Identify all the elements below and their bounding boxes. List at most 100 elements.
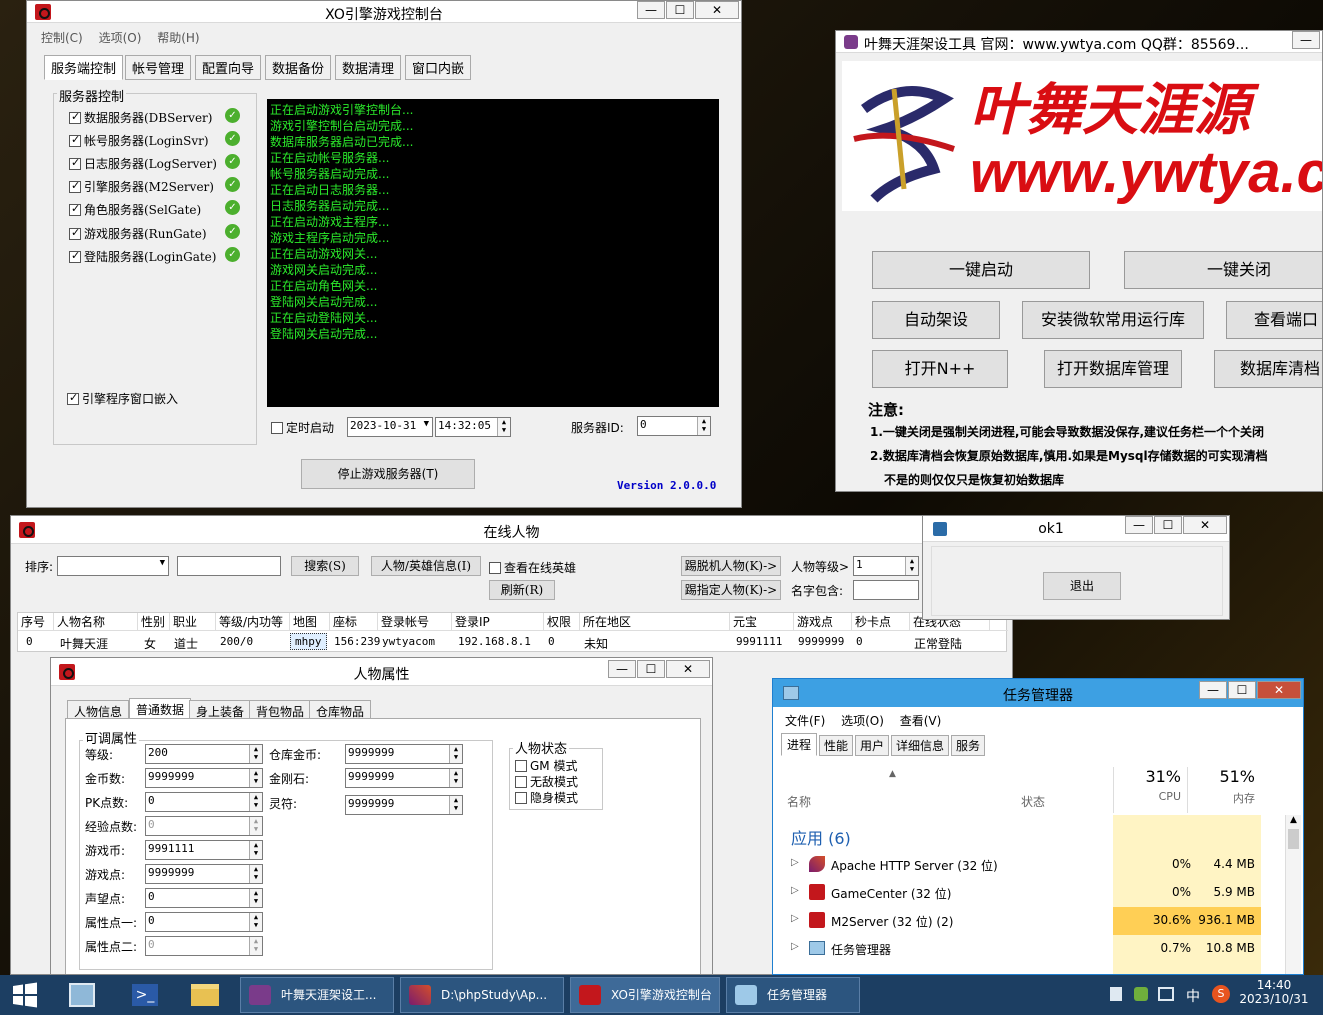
scroll-thumb[interactable] [1288,829,1299,849]
menu-options[interactable]: 选项(O) [841,714,884,728]
attr-input[interactable]: 9999999 ▲ ▼ [145,768,263,788]
col-level[interactable]: 等级/内功等 [216,613,290,631]
col-permission[interactable]: 权限 [544,613,580,631]
minimize-button[interactable]: — [1125,516,1153,534]
spin-arrows-icon[interactable]: ▲ ▼ [697,417,710,435]
refresh-button[interactable]: 刷新(R) [489,580,555,600]
server-checkbox[interactable] [69,179,81,193]
close-button[interactable]: ✕ [1183,516,1227,534]
sort-select[interactable]: ▼ [57,556,169,576]
install-runtime-button[interactable]: 安装微软常用运行库 [1022,301,1204,339]
expand-chevron-icon[interactable]: ▷ [791,885,799,896]
col-name[interactable]: 名称 [787,793,811,810]
timer-checkbox[interactable] [271,422,283,434]
process-row[interactable]: ▷ Apache HTTP Server (32 位) 0% 4.4 MB [773,851,1303,879]
server-row[interactable]: 登陆服务器(LoginGate) [69,248,216,265]
server-manager-icon[interactable] [66,980,96,1010]
col-second-points[interactable]: 秒卡点 [852,613,910,631]
tab-details[interactable]: 详细信息 [891,735,950,756]
col-yuanbao[interactable]: 元宝 [730,613,794,631]
attr-input[interactable]: 0 ▲ ▼ [145,792,263,812]
search-input[interactable] [177,556,281,576]
view-ports-button[interactable]: 查看端口 [1226,301,1322,339]
spin-arrows-icon[interactable]: ▲ ▼ [249,745,262,763]
file-explorer-icon[interactable] [190,980,220,1010]
tm-titlebar[interactable]: 任务管理器 — ☐ ✕ [773,679,1303,707]
col-ip[interactable]: 登录IP [452,613,544,631]
ime-indicator[interactable]: 中 [1186,986,1200,1006]
server-checkbox[interactable] [69,156,81,170]
tab-account[interactable]: 帐号管理 [125,55,192,80]
tab-cleanup[interactable]: 数据清理 [335,55,402,80]
menu-view[interactable]: 查看(V) [900,714,942,728]
scroll-up-icon[interactable]: ▲ [1286,815,1301,825]
ywtya-titlebar[interactable]: 叶舞天涯架设工具 官网：www.ywtya.com QQ群：85569... — [836,31,1322,53]
tab-performance[interactable]: 性能 [819,735,854,756]
kick-offline-button[interactable]: 踢脱机人物(K)-> [681,556,781,576]
hero-info-button[interactable]: 人物/英雄信息(I) [371,556,481,576]
online-titlebar[interactable]: 在线人物 [11,516,1012,544]
embed-checkbox[interactable] [67,391,79,405]
status-row[interactable]: GM 模式 [515,757,577,774]
spin-arrows-icon[interactable]: ▲ ▼ [249,769,262,787]
sogou-ime-icon[interactable]: S [1212,985,1230,1003]
minimize-button[interactable]: — [637,1,665,19]
minimize-button[interactable]: — [1199,681,1227,699]
mem-header[interactable]: 51% 内存 [1187,767,1261,813]
col-game-points[interactable]: 游戏点 [794,613,852,631]
clock[interactable]: 14:40 2023/10/31 [1236,978,1312,1006]
invincible-checkbox[interactable] [515,776,527,788]
tab-processes[interactable]: 进程 [781,733,818,756]
cpu-header[interactable]: 31% CPU [1113,767,1187,813]
col-index[interactable]: 序号 [18,613,54,631]
col-status[interactable]: 状态 [1021,793,1045,810]
attr-input[interactable]: 9999999 ▲ ▼ [145,864,263,884]
server-id-input[interactable]: 0 ▲ ▼ [637,416,711,436]
ok1-titlebar[interactable]: ok1 — ☐ ✕ [923,516,1229,542]
col-gender[interactable]: 性别 [138,613,170,631]
search-button[interactable]: 搜索(S) [291,556,359,576]
server-row[interactable]: 引擎服务器(M2Server) [69,178,214,195]
menu-help[interactable]: 帮助(H) [157,31,199,45]
spin-arrows-icon[interactable]: ▲ ▼ [905,557,918,575]
spin-arrows-icon[interactable]: ▲ ▼ [449,745,462,763]
server-row[interactable]: 帐号服务器(LoginSvr) [69,132,209,149]
maximize-button[interactable]: ☐ [1154,516,1182,534]
kick-named-button[interactable]: 踢指定人物(K)-> [681,580,781,600]
attr-input[interactable]: 200 ▲ ▼ [145,744,263,764]
tab-services[interactable]: 服务 [951,735,986,756]
server-row[interactable]: 日志服务器(LogServer) [69,155,217,172]
exit-button[interactable]: 退出 [1043,572,1121,600]
powershell-icon[interactable]: >_ [128,980,158,1010]
time-spinner[interactable]: 14:32:05 ▲ ▼ [435,417,511,437]
server-row[interactable]: 角色服务器(SelGate) [69,201,201,218]
attr-input[interactable]: 9999999 ▲ ▼ [345,795,463,815]
maximize-button[interactable]: ☐ [637,660,665,678]
tab-embed[interactable]: 窗口内嵌 [405,55,472,80]
spin-arrows-icon[interactable]: ▲ ▼ [497,418,510,436]
attr-input[interactable]: 9999999 ▲ ▼ [345,768,463,788]
col-coords[interactable]: 座标 [330,613,378,631]
status-row[interactable]: 无敌模式 [515,773,578,790]
auto-setup-button[interactable]: 自动架设 [872,301,1000,339]
level-input[interactable]: 1 ▲ ▼ [853,556,919,576]
taskbar-item-task-manager[interactable]: 任务管理器 [726,977,860,1013]
windows-start-icon[interactable] [10,980,40,1010]
security-shield-icon[interactable] [1134,987,1148,1001]
attr-input[interactable]: 0 ▲ ▼ [145,888,263,908]
gm-mode-checkbox[interactable] [515,760,527,772]
attr-input[interactable]: 0 ▲ ▼ [145,912,263,932]
notification-flag-icon[interactable] [1110,987,1122,1001]
tab-users[interactable]: 用户 [855,735,890,756]
close-button[interactable]: ✕ [695,1,739,19]
expand-chevron-icon[interactable]: ▷ [791,941,799,952]
server-checkbox[interactable] [69,133,81,147]
attr-input[interactable]: 9991111 ▲ ▼ [145,840,263,860]
minimize-button[interactable]: — [608,660,636,678]
menu-file[interactable]: 文件(F) [785,714,825,728]
tab-backup[interactable]: 数据备份 [265,55,332,80]
timer-checkbox-row[interactable]: 定时启动 [271,419,334,436]
expand-chevron-icon[interactable]: ▷ [791,913,799,924]
menu-control[interactable]: 控制(C) [41,31,83,45]
one-click-start-button[interactable]: 一键启动 [872,251,1090,289]
